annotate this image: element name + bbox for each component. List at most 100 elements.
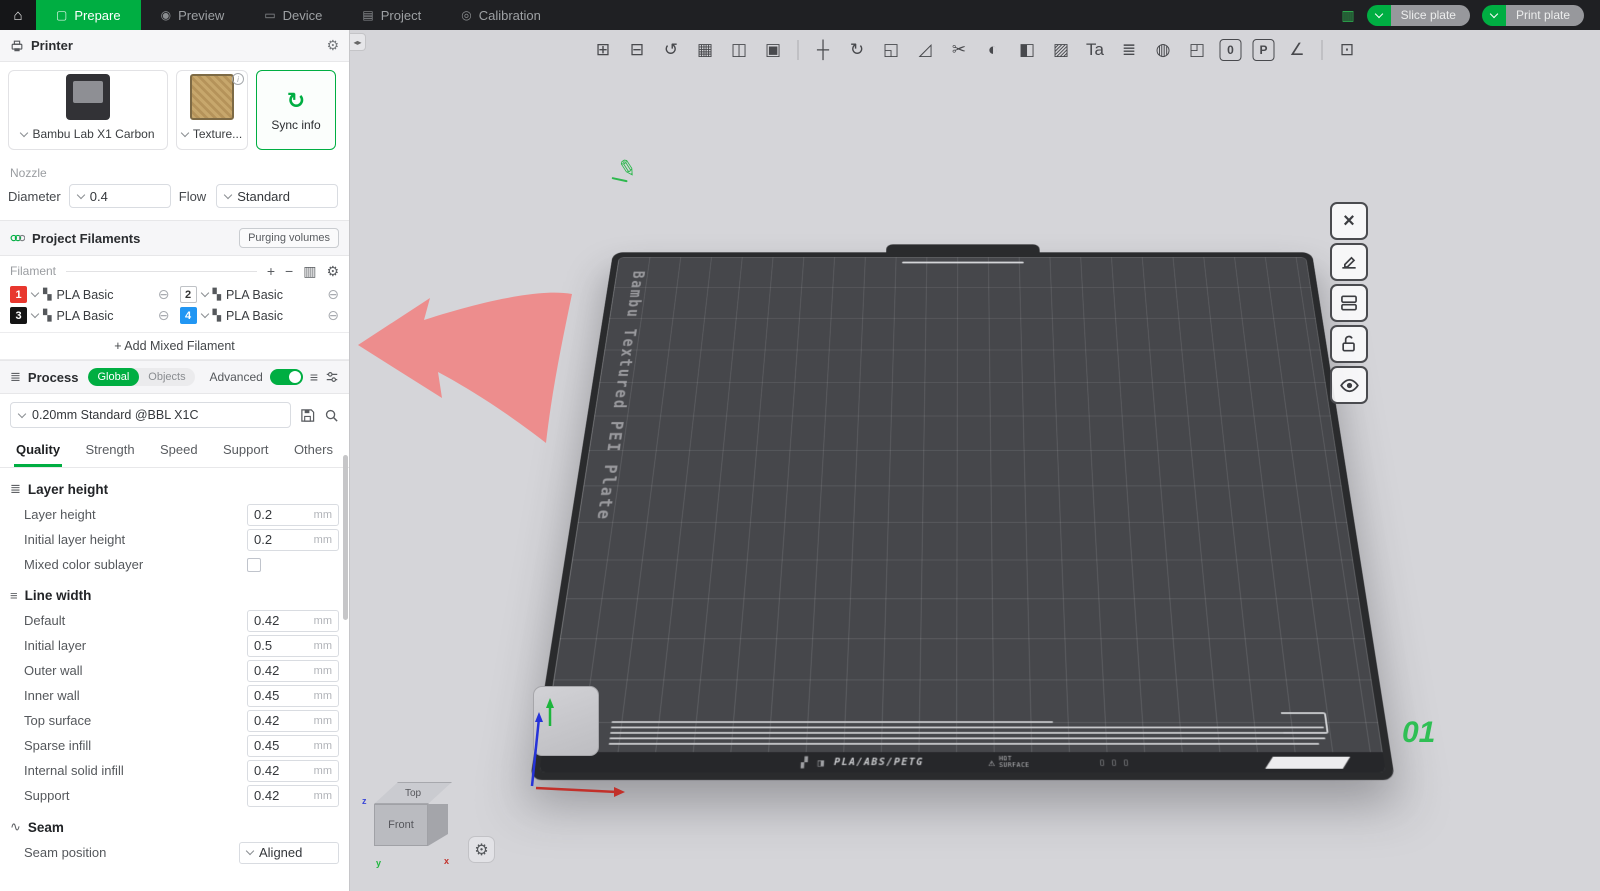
tab-prepare[interactable]: ▢ Prepare	[36, 0, 141, 30]
tune-icon[interactable]	[325, 370, 339, 384]
nozzle-flow-select[interactable]: Standard	[216, 184, 338, 208]
print-plate-button[interactable]: Print plate	[1482, 5, 1584, 26]
filament-edit-icon[interactable]: ⊖	[158, 286, 170, 303]
line-width-default-input[interactable]: 0.42 mm	[247, 610, 339, 632]
tab-device[interactable]: ▭ Device	[244, 0, 342, 30]
filament-slot-3[interactable]: 3 ▚ PLA Basic ⊖	[10, 307, 170, 324]
filament-edit-icon[interactable]: ⊖	[158, 307, 170, 324]
remove-filament-icon[interactable]: −	[285, 264, 293, 278]
initial-layer-height-input[interactable]: 0.2 mm	[247, 529, 339, 551]
split-to-objects-icon[interactable]: ◫	[726, 36, 753, 63]
line-width-inner-wall-input[interactable]: 0.45 mm	[247, 685, 339, 707]
mirror-icon[interactable]: ◐	[980, 36, 1007, 63]
nav-cube-front-face[interactable]: Front	[374, 804, 428, 846]
home-button[interactable]: ⌂	[0, 0, 36, 30]
group-title: Line width	[25, 588, 92, 603]
objects-label-icon[interactable]: 0	[1220, 39, 1242, 61]
slice-plate-button[interactable]: Slice plate	[1367, 5, 1470, 26]
filament-settings-gear-icon[interactable]: ⚙	[326, 264, 339, 278]
line-width-internal-solid-infill-input[interactable]: 0.42 mm	[247, 760, 339, 782]
lock-plate-button[interactable]	[1330, 325, 1368, 363]
printer-settings-gear-icon[interactable]: ⚙	[326, 37, 339, 54]
scale-icon[interactable]: ◱	[878, 36, 905, 63]
auto-orient-icon[interactable]: ↺	[658, 36, 685, 63]
search-preset-button[interactable]	[324, 408, 339, 423]
nozzle-diameter-select[interactable]: 0.4	[69, 184, 171, 208]
plate-settings-button[interactable]	[1330, 243, 1368, 281]
tab-others[interactable]: Others	[292, 436, 335, 467]
add-filament-icon[interactable]: +	[267, 264, 275, 278]
scope-global-tab[interactable]: Global	[88, 368, 140, 386]
nav-cube-side-face[interactable]	[428, 804, 448, 846]
assembly-view-icon[interactable]: ◰	[1184, 36, 1211, 63]
visibility-button[interactable]	[1330, 366, 1368, 404]
add-mixed-filament-button[interactable]: + Add Mixed Filament	[0, 332, 349, 360]
lay-on-face-icon[interactable]: ◿	[912, 36, 939, 63]
measure-icon[interactable]: ∠	[1284, 36, 1311, 63]
line-width-initial-layer-input[interactable]: 0.5 mm	[247, 635, 339, 657]
line-width-sparse-infill-input[interactable]: 0.45 mm	[247, 735, 339, 757]
filament-slot-2[interactable]: 2 ▚ PLA Basic ⊖	[180, 286, 340, 303]
mixed-color-sublayer-checkbox[interactable]	[247, 558, 261, 572]
scope-objects-tab[interactable]: Objects	[139, 368, 194, 386]
move-icon[interactable]: ┼	[810, 36, 837, 63]
tab-quality[interactable]: Quality	[14, 436, 62, 467]
purging-volumes-button[interactable]: Purging volumes	[239, 228, 339, 248]
plate-arrange-button[interactable]	[1330, 284, 1368, 322]
filament-edit-icon[interactable]: ⊖	[327, 307, 339, 324]
view-settings-button[interactable]: ⚙	[468, 836, 495, 863]
filament-number-badge: 3	[10, 307, 27, 324]
split-to-parts-icon[interactable]: ▣	[760, 36, 787, 63]
tab-preview[interactable]: ◉ Preview	[141, 0, 245, 30]
tab-support[interactable]: Support	[221, 436, 271, 467]
line-width-support-input[interactable]: 0.42 mm	[247, 785, 339, 807]
toolbar-separator	[1322, 40, 1323, 60]
filament-edit-icon[interactable]: ⊖	[327, 286, 339, 303]
line-width-top-surface-input[interactable]: 0.42 mm	[247, 710, 339, 732]
slice-dropdown-chevron-icon[interactable]	[1367, 5, 1391, 26]
navigation-cube[interactable]: Top Front z x y	[374, 782, 460, 874]
process-preset-select[interactable]: 0.20mm Standard @BBL X1C	[10, 402, 291, 428]
seam-position-select[interactable]: Aligned	[239, 842, 339, 864]
nav-cube-top-face[interactable]: Top	[374, 782, 452, 804]
add-plate-icon[interactable]: ⊟	[624, 36, 651, 63]
mesh-boolean-icon[interactable]: ◍	[1150, 36, 1177, 63]
extra-tool-icon[interactable]: ⊡	[1334, 36, 1361, 63]
tab-project[interactable]: ▤ Project	[342, 0, 441, 30]
color-paint-icon[interactable]: ◧	[1014, 36, 1041, 63]
delete-plate-button[interactable]: ×	[1330, 202, 1368, 240]
print-dropdown-chevron-icon[interactable]	[1482, 5, 1506, 26]
tab-calibration[interactable]: ◎ Calibration	[441, 0, 561, 30]
tab-speed[interactable]: Speed	[158, 436, 200, 467]
model-object-sheet[interactable]	[533, 686, 599, 756]
info-icon[interactable]: i	[232, 73, 244, 85]
text-tool-icon[interactable]: Ta	[1082, 36, 1109, 63]
layer-height-input[interactable]: 0.2 mm	[247, 504, 339, 526]
rotate-icon[interactable]: ↻	[844, 36, 871, 63]
preset-list-icon[interactable]: ≡	[310, 369, 318, 385]
process-section-header: ≣ Process Global Objects Advanced ≡	[0, 360, 349, 394]
viewport-3d[interactable]: ◂▸ ⊞ ⊟ ↺ ▦ ◫ ▣ ┼ ↻ ◱ ◿ ✂ ◐ ◧ ▨ Ta ≣ ◍ ◰ …	[350, 30, 1600, 891]
variable-layer-height-icon[interactable]: ≣	[1116, 36, 1143, 63]
filament-slot-1[interactable]: 1 ▚ PLA Basic ⊖	[10, 286, 170, 303]
sidebar-scrollbar[interactable]	[343, 455, 348, 620]
sync-info-button[interactable]: ↻ Sync info	[256, 70, 336, 150]
viewport-toolbar: ⊞ ⊟ ↺ ▦ ◫ ▣ ┼ ↻ ◱ ◿ ✂ ◐ ◧ ▨ Ta ≣ ◍ ◰ 0 P…	[590, 36, 1361, 63]
add-object-icon[interactable]: ⊞	[590, 36, 617, 63]
ams-sync-icon[interactable]: ▥	[303, 264, 316, 278]
arrange-icon[interactable]: ▦	[692, 36, 719, 63]
printer-select-card[interactable]: Bambu Lab X1 Carbon	[8, 70, 168, 150]
save-preset-button[interactable]	[300, 408, 315, 423]
sidebar-collapse-handle[interactable]: ◂▸	[350, 33, 366, 51]
line-width-outer-wall-input[interactable]: 0.42 mm	[247, 660, 339, 682]
tab-strength[interactable]: Strength	[83, 436, 136, 467]
cut-icon[interactable]: ✂	[946, 36, 973, 63]
support-paint-icon[interactable]: ▨	[1048, 36, 1075, 63]
paint-label-icon[interactable]: P	[1253, 39, 1275, 61]
edit-plate-name-icon[interactable]: ✎	[615, 154, 638, 183]
plate-status-icon[interactable]: ▥	[1341, 7, 1354, 24]
filament-slot-4[interactable]: 4 ▚ PLA Basic ⊖	[180, 307, 340, 324]
param-label: Layer height	[24, 507, 247, 522]
plate-type-card[interactable]: i Texture...	[176, 70, 248, 150]
advanced-toggle[interactable]	[270, 369, 303, 385]
